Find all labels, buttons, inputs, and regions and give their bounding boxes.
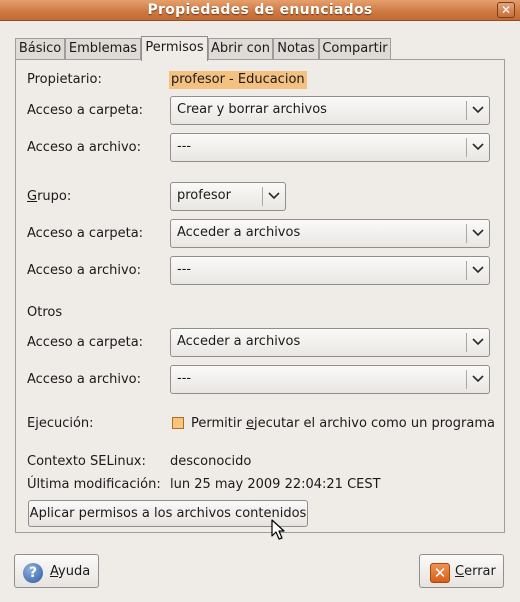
chevron-down-icon: [268, 192, 280, 200]
group-folder-access-combo[interactable]: Acceder a archivos: [170, 219, 490, 248]
selinux-label: Contexto SELinux:: [27, 454, 146, 469]
combo-separator: [466, 370, 467, 389]
chevron-down-icon: [472, 143, 484, 151]
tab-abrir-con[interactable]: Abrir con: [208, 38, 273, 60]
others-label: Otros: [27, 305, 63, 320]
help-label-mnemonic: A: [50, 564, 59, 579]
help-button-label: Ayuda: [50, 564, 90, 579]
others-folder-access-combo[interactable]: Acceder a archivos: [170, 328, 490, 357]
owner-value: profesor - Educacion: [169, 71, 307, 89]
combo-separator: [466, 138, 467, 157]
combo-separator: [466, 224, 467, 243]
group-value: profesor: [177, 188, 231, 203]
title-bar[interactable]: Propiedades de enunciados ✕: [0, 0, 520, 21]
others-file-access-value: ---: [177, 371, 192, 386]
group-label: Grupo:: [27, 189, 71, 204]
mouse-pointer-icon: [271, 519, 285, 540]
chevron-down-icon: [472, 106, 484, 114]
window-close-button[interactable]: ✕: [497, 2, 515, 18]
owner-label: Propietario:: [27, 72, 102, 87]
close-label-mnemonic: C: [455, 564, 465, 579]
help-icon: ?: [23, 563, 43, 583]
tab-compartir[interactable]: Compartir: [319, 38, 391, 60]
window-title: Propiedades de enunciados: [147, 2, 373, 18]
execute-label-prefix: Permitir: [191, 416, 246, 431]
combo-separator: [466, 333, 467, 352]
properties-dialog: Propiedades de enunciados ✕ Básico Emble…: [0, 0, 520, 602]
chevron-down-icon: [472, 266, 484, 274]
others-folder-access-value: Acceder a archivos: [177, 334, 301, 349]
execution-label: Ejecución:: [27, 416, 94, 431]
tab-permisos[interactable]: Permisos: [141, 36, 208, 61]
help-button[interactable]: ? Ayuda: [14, 554, 99, 588]
tab-basico[interactable]: Básico: [15, 38, 65, 60]
selinux-value: desconocido: [170, 454, 252, 469]
tab-notas[interactable]: Notas: [273, 38, 319, 60]
chevron-down-icon: [472, 338, 484, 346]
group-file-access-label: Acceso a archivo:: [27, 263, 141, 278]
execute-checkbox[interactable]: [172, 417, 184, 429]
others-file-access-label: Acceso a archivo:: [27, 372, 141, 387]
close-button-label: Cerrar: [455, 564, 496, 579]
group-folder-access-value: Acceder a archivos: [177, 225, 301, 240]
owner-folder-access-value: Crear y borrar archivos: [177, 102, 327, 117]
group-folder-access-label: Acceso a carpeta:: [27, 226, 144, 241]
group-combo[interactable]: profesor: [170, 182, 286, 211]
execute-label-mnemonic: e: [245, 416, 254, 431]
close-label-rest: errar: [464, 564, 496, 579]
owner-file-access-value: ---: [177, 139, 192, 154]
owner-folder-access-label: Acceso a carpeta:: [27, 103, 144, 118]
chevron-down-icon: [472, 229, 484, 237]
group-file-access-value: ---: [177, 262, 192, 277]
apply-permissions-button[interactable]: Aplicar permisos a los archivos contenid…: [28, 500, 308, 527]
combo-separator: [466, 261, 467, 280]
others-folder-access-label: Acceso a carpeta:: [27, 335, 144, 350]
combo-separator: [466, 101, 467, 120]
others-file-access-combo[interactable]: ---: [170, 365, 490, 394]
group-file-access-combo[interactable]: ---: [170, 256, 490, 285]
close-icon: ✕: [430, 563, 450, 583]
chevron-down-icon: [472, 375, 484, 383]
owner-file-access-combo[interactable]: ---: [170, 133, 490, 162]
tab-emblemas[interactable]: Emblemas: [65, 38, 141, 60]
execute-checkbox-label[interactable]: Permitir ejecutar el archivo como un pro…: [191, 416, 495, 431]
modified-label: Última modificación:: [27, 477, 161, 492]
execute-label-rest: jecutar el archivo como un programa: [253, 416, 495, 431]
combo-separator: [262, 187, 263, 206]
group-label-rest: rupo:: [37, 189, 72, 204]
group-label-mnemonic: G: [27, 189, 38, 204]
owner-file-access-label: Acceso a archivo:: [27, 140, 141, 155]
modified-value: lun 25 may 2009 22:04:21 CEST: [170, 477, 381, 492]
help-label-rest: yuda: [58, 564, 91, 579]
close-button[interactable]: ✕ Cerrar: [419, 554, 504, 588]
owner-folder-access-combo[interactable]: Crear y borrar archivos: [170, 96, 490, 125]
